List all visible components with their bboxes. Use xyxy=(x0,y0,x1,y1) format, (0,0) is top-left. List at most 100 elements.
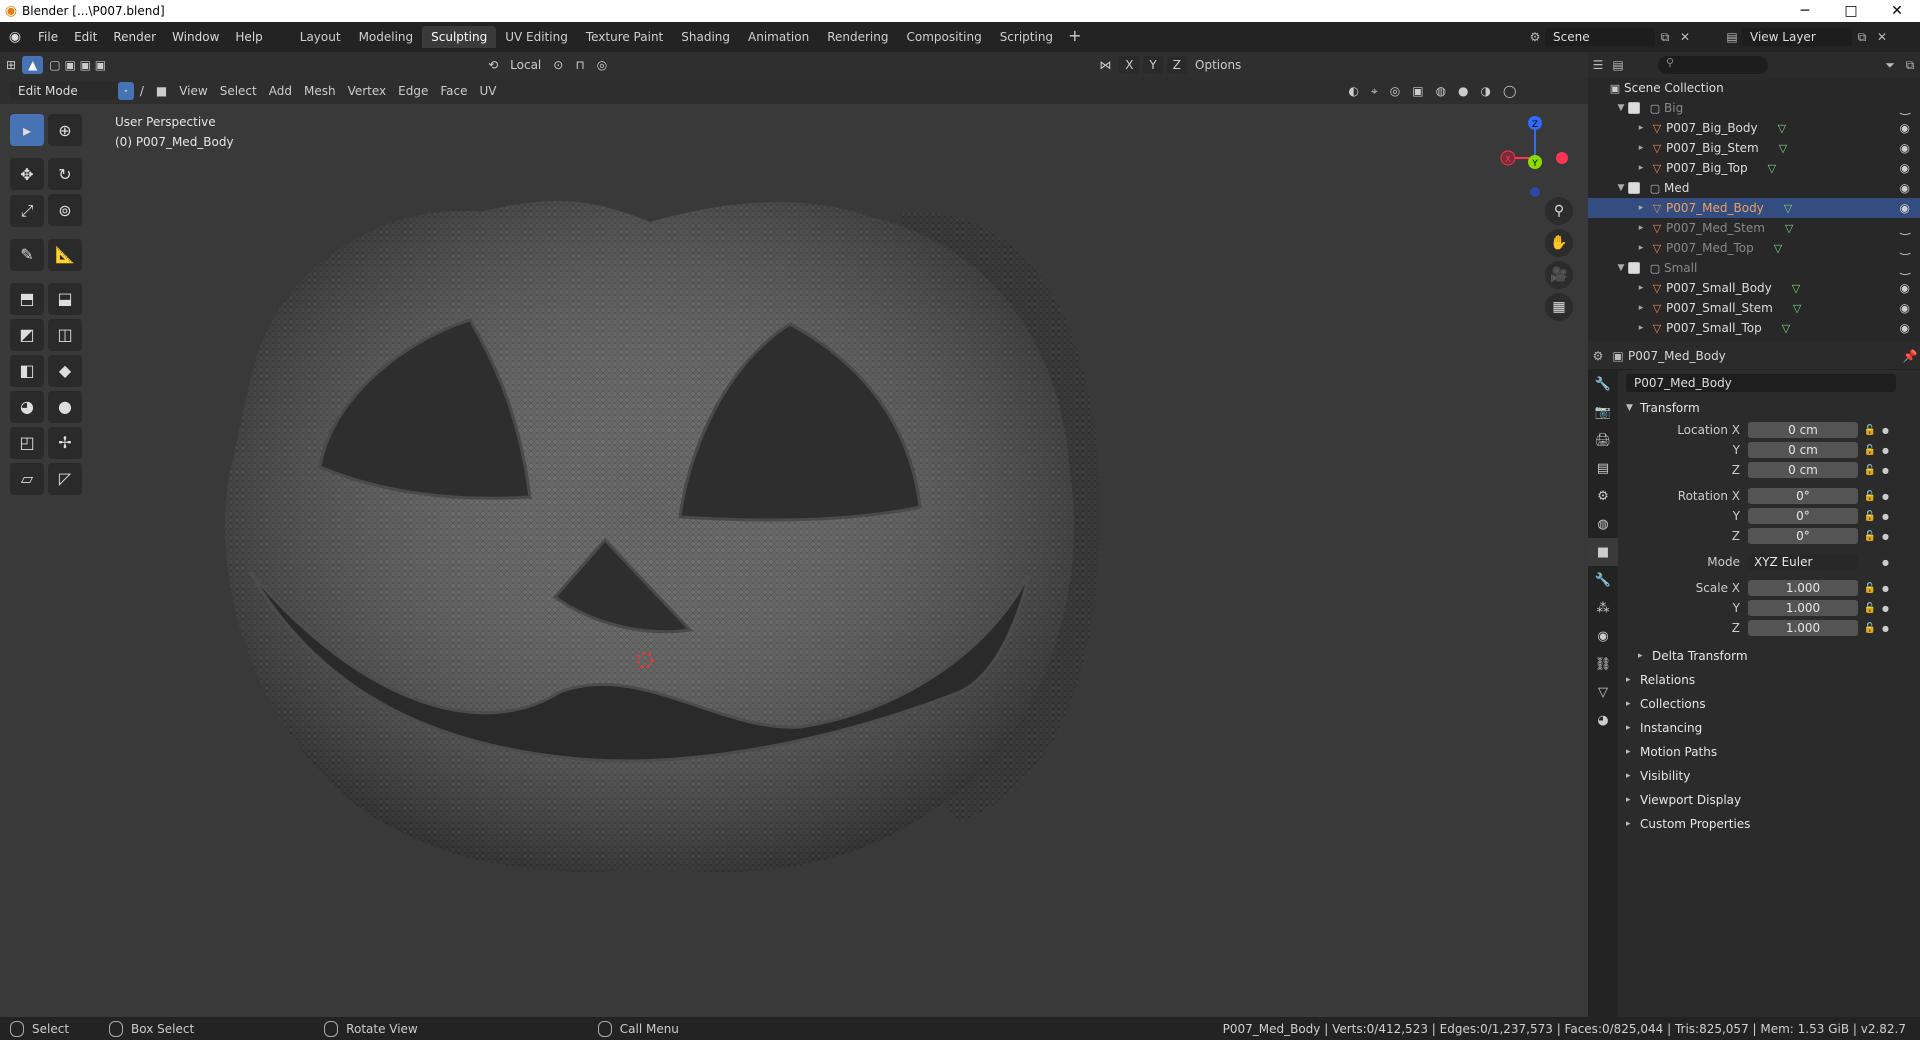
mesh-data-icon[interactable]: ▽ xyxy=(1793,302,1801,315)
keyframe-dot-icon[interactable]: ● xyxy=(1882,624,1894,633)
tab-modeling[interactable]: Modeling xyxy=(350,26,423,48)
mode-select[interactable]: Edit Mode xyxy=(10,82,118,100)
eye-icon[interactable]: ◉ xyxy=(1900,181,1910,195)
poly-build-tool[interactable]: ◆ xyxy=(48,354,82,387)
collection-row[interactable]: ▼ ▢ Small ‿ xyxy=(1588,258,1920,278)
3d-viewport[interactable]: ⊞ ▲ ▢ ▣ ▣ ▣ ⟲ Local ⊙ ⊓ ◎ ⋈ X Y Z Option… xyxy=(0,52,1588,1017)
pan-hand-icon[interactable]: ✋ xyxy=(1545,229,1573,257)
data-tab-icon[interactable]: ▽ xyxy=(1588,678,1618,706)
motion-paths-panel[interactable]: ▸ Motion Paths xyxy=(1618,740,1920,764)
rotation-z-field[interactable]: 0° xyxy=(1748,528,1858,544)
lock-icon[interactable]: 🔓 xyxy=(1858,511,1882,522)
solid-shading-icon[interactable]: ● xyxy=(1452,82,1474,100)
shear-tool[interactable]: ▱ xyxy=(10,462,44,495)
pivot-icon[interactable]: ⊙ xyxy=(547,56,569,74)
new-collection-icon[interactable]: ⧉ xyxy=(1900,58,1920,73)
keyframe-dot-icon[interactable]: ● xyxy=(1882,532,1894,541)
outliner-editor-icon[interactable]: ☰ xyxy=(1588,58,1608,72)
scale-tool[interactable]: ⤢ xyxy=(10,194,44,227)
collection-checkbox[interactable] xyxy=(1628,262,1640,274)
rotation-y-field[interactable]: 0° xyxy=(1748,508,1858,524)
menu-render[interactable]: Render xyxy=(105,30,164,44)
camera-view-icon[interactable]: 🎥 xyxy=(1545,261,1573,289)
menu-file[interactable]: File xyxy=(30,30,66,44)
inset-tool[interactable]: ⬓ xyxy=(48,282,82,315)
scale-x-field[interactable]: 1.000 xyxy=(1748,580,1858,596)
scene-collection-row[interactable]: ▣ Scene Collection xyxy=(1588,78,1920,98)
face-select-icon[interactable]: ■ xyxy=(150,82,173,100)
visibility-panel[interactable]: ▸ Visibility xyxy=(1618,764,1920,788)
snap-icon[interactable]: ⊓ xyxy=(569,56,590,74)
lock-icon[interactable]: 🔓 xyxy=(1858,603,1882,614)
measure-tool[interactable]: 📐 xyxy=(48,238,82,271)
material-shading-icon[interactable]: ◑ xyxy=(1475,82,1497,100)
menu-select[interactable]: Select xyxy=(214,82,263,100)
rotation-mode-select[interactable]: XYZ Euler xyxy=(1748,554,1858,570)
output-tab-icon[interactable]: 🖨 xyxy=(1588,426,1618,454)
eye-icon[interactable]: ◉ xyxy=(1900,161,1910,175)
edge-slide-tool[interactable]: ◰ xyxy=(10,426,44,459)
bevel-tool[interactable]: ◩ xyxy=(10,318,44,351)
scene-selector[interactable]: ⚙ Scene ⧉ ✕ xyxy=(1525,26,1705,48)
mesh-data-icon[interactable]: ▽ xyxy=(1782,322,1790,335)
location-y-field[interactable]: 0 cm xyxy=(1748,442,1858,458)
scene-name-field[interactable]: Scene xyxy=(1545,28,1655,46)
particles-tab-icon[interactable]: ⁂ xyxy=(1588,594,1618,622)
xray-icon[interactable]: ▣ xyxy=(1406,82,1429,100)
gizmo-toggle-icon[interactable]: ⌖ xyxy=(1365,82,1384,101)
close-button[interactable]: ✕ xyxy=(1874,3,1920,19)
collections-panel[interactable]: ▸ Collections xyxy=(1618,692,1920,716)
expand-icon[interactable]: ▼ xyxy=(1614,183,1628,193)
delta-transform-panel[interactable]: ▸ Delta Transform xyxy=(1618,644,1920,668)
constraints-tab-icon[interactable]: ⛓ xyxy=(1588,650,1618,678)
object-row-selected[interactable]: ▸ ▽ P007_Med_Body ▽ ◉ xyxy=(1588,198,1920,218)
tab-rendering[interactable]: Rendering xyxy=(818,26,897,48)
scale-z-field[interactable]: 1.000 xyxy=(1748,620,1858,636)
hide-icon[interactable]: ‿ xyxy=(1900,221,1910,235)
expand-icon[interactable]: ▼ xyxy=(1614,103,1628,113)
scene-tab-icon[interactable]: ⚙ xyxy=(1588,482,1618,510)
eye-icon[interactable]: ◉ xyxy=(1900,321,1910,335)
menu-edge[interactable]: Edge xyxy=(392,82,434,100)
add-workspace-button[interactable]: + xyxy=(1062,26,1087,48)
eye-icon[interactable]: ◉ xyxy=(1900,121,1910,135)
instancing-panel[interactable]: ▸ Instancing xyxy=(1618,716,1920,740)
mesh-data-icon[interactable]: ▽ xyxy=(1792,282,1800,295)
tab-compositing[interactable]: Compositing xyxy=(897,26,990,48)
collection-row[interactable]: ▼ ▢ Big ‿ xyxy=(1588,98,1920,118)
mesh-data-icon[interactable]: ▽ xyxy=(1785,222,1793,235)
filter-icon[interactable]: ⏷ xyxy=(1880,58,1900,73)
tab-scripting[interactable]: Scripting xyxy=(991,26,1062,48)
rip-region-tool[interactable]: ◸ xyxy=(48,462,82,495)
menu-edit[interactable]: Edit xyxy=(66,30,105,44)
render-tab-icon[interactable]: 📷 xyxy=(1588,398,1618,426)
shrink-fatten-tool[interactable]: ✢ xyxy=(48,426,82,459)
viewport-display-panel[interactable]: ▸ Viewport Display xyxy=(1618,788,1920,812)
blender-menu-icon[interactable]: ◉ xyxy=(0,29,30,45)
lock-icon[interactable]: 🔓 xyxy=(1858,425,1882,436)
annotate-tool[interactable]: ✎ xyxy=(10,238,44,271)
collection-checkbox[interactable] xyxy=(1628,182,1640,194)
tab-texture-paint[interactable]: Texture Paint xyxy=(577,26,672,48)
eye-icon[interactable]: ◉ xyxy=(1900,201,1910,215)
menu-vertex[interactable]: Vertex xyxy=(342,82,393,100)
view-layer-selector[interactable]: ▤ View Layer ⧉ ✕ xyxy=(1722,26,1912,48)
delete-view-layer-icon[interactable]: ✕ xyxy=(1872,30,1892,44)
view-layer-tab-icon[interactable]: ▤ xyxy=(1588,454,1618,482)
object-row[interactable]: ▸ ▽ P007_Small_Top ▽ ◉ xyxy=(1588,318,1920,338)
keyframe-dot-icon[interactable]: ● xyxy=(1882,446,1894,455)
smooth-tool[interactable]: ● xyxy=(48,390,82,423)
axis-x-toggle[interactable]: X xyxy=(1119,56,1140,74)
object-row[interactable]: ▸ ▽ P007_Med_Top ▽ ‿ xyxy=(1588,238,1920,258)
navigation-gizmo[interactable]: Z X Y xyxy=(1490,110,1580,200)
mesh-data-icon[interactable]: ▽ xyxy=(1778,122,1786,135)
object-row[interactable]: ▸ ▽ P007_Big_Stem ▽ ◉ xyxy=(1588,138,1920,158)
object-row[interactable]: ▸ ▽ P007_Small_Body ▽ ◉ xyxy=(1588,278,1920,298)
new-scene-icon[interactable]: ⧉ xyxy=(1655,30,1675,45)
maximize-button[interactable]: □ xyxy=(1828,3,1874,19)
options-menu[interactable]: Options xyxy=(1189,56,1247,74)
mesh-data-icon[interactable]: ▽ xyxy=(1784,202,1792,215)
axis-y-toggle[interactable]: Y xyxy=(1143,56,1163,74)
tab-animation[interactable]: Animation xyxy=(739,26,818,48)
object-tab-icon[interactable]: ■ xyxy=(1588,538,1618,566)
